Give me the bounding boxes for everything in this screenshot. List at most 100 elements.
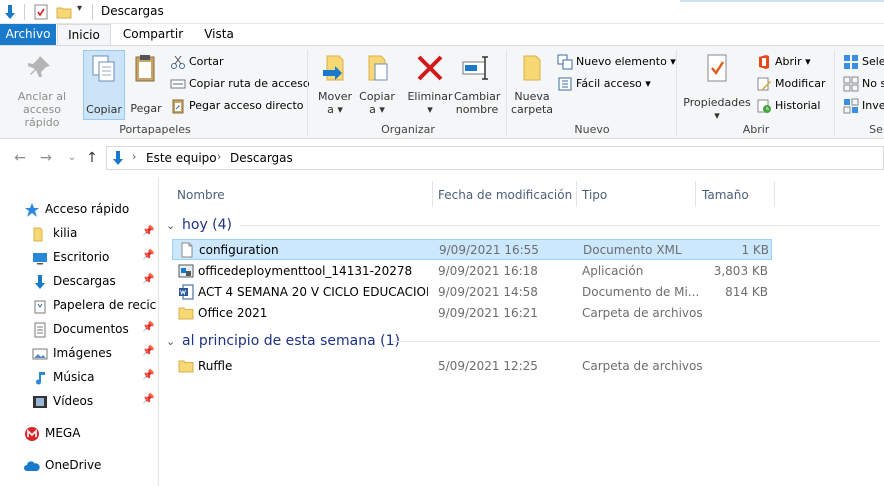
nav-item-kilia[interactable]: kilia 📌 xyxy=(32,222,159,244)
nav-item-recycle-bin[interactable]: Papelera de recic xyxy=(32,294,159,316)
move-to-button[interactable]: Mover a ▾ xyxy=(315,50,355,120)
new-folder-label-1: Nueva xyxy=(514,90,550,103)
file-name: Ruffle xyxy=(198,359,233,373)
paste-label: Pegar xyxy=(130,102,162,115)
rename-icon xyxy=(462,56,488,80)
table-row[interactable]: officedeploymenttool_14131-20278 9/09/20… xyxy=(172,261,772,282)
tab-file[interactable]: Archivo xyxy=(0,24,56,45)
breadcrumb-this-pc[interactable]: Este equipo xyxy=(146,151,217,165)
nav-item-videos[interactable]: Vídeos 📌 xyxy=(32,390,159,412)
up-arrow-icon[interactable]: ↑ xyxy=(84,150,100,166)
open-button[interactable]: Abrir ▾ xyxy=(756,52,811,72)
tab-view[interactable]: Vista xyxy=(196,24,242,45)
column-header-size[interactable]: Tamaño xyxy=(702,185,749,205)
invert-selection-button[interactable]: Inver xyxy=(843,96,884,116)
group-separator xyxy=(834,50,835,136)
copy-to-button[interactable]: Copiar a ▾ xyxy=(357,50,397,120)
copy-path-button[interactable]: Copiar ruta de acceso xyxy=(170,74,310,94)
nav-item-pictures[interactable]: Imágenes 📌 xyxy=(32,342,159,364)
nav-item-label: kilia xyxy=(53,226,78,240)
modify-button[interactable]: Modificar xyxy=(756,74,826,94)
select-all-button[interactable]: Selec xyxy=(843,52,884,72)
new-folder-button[interactable]: Nueva carpeta xyxy=(510,50,554,120)
chevron-down-icon[interactable]: ⌄ xyxy=(166,216,178,236)
breadcrumb-downloads[interactable]: Descargas xyxy=(230,151,293,165)
history-button[interactable]: Historial xyxy=(756,96,820,116)
delete-button[interactable]: Eliminar ▾ xyxy=(406,50,454,120)
rename-label-1: Cambiar xyxy=(454,90,501,103)
group-header-today[interactable]: ⌄ hoy (4) xyxy=(166,215,232,235)
easy-access-label: Fácil acceso ▾ xyxy=(576,77,651,90)
nav-item-music[interactable]: Música 📌 xyxy=(32,366,159,388)
file-size: 814 KB xyxy=(725,285,768,299)
new-item-button[interactable]: Nuevo elemento ▾ xyxy=(557,52,676,72)
pin-icon[interactable]: 📌 xyxy=(142,321,154,335)
chevron-down-icon[interactable]: ⌄ xyxy=(166,332,178,352)
select-none-button[interactable]: No s xyxy=(843,74,884,94)
breadcrumb-separator-icon[interactable]: › xyxy=(132,150,136,163)
nav-item-desktop[interactable]: Escritorio 📌 xyxy=(32,246,159,268)
column-divider[interactable] xyxy=(576,181,577,207)
properties-check-icon[interactable] xyxy=(33,4,49,20)
group-header-this-week[interactable]: ⌄ al principio de esta semana (1) xyxy=(166,331,400,351)
table-row[interactable]: Office 2021 9/09/2021 16:21 Carpeta de a… xyxy=(172,303,772,324)
nav-quick-access[interactable]: Acceso rápido xyxy=(24,198,129,220)
paste-shortcut-label: Pegar acceso directo xyxy=(189,99,304,112)
properties-button[interactable]: Propiedades ▾ xyxy=(682,50,752,122)
table-row[interactable]: Ruffle 5/09/2021 12:25 Carpeta de archiv… xyxy=(172,356,772,377)
pin-icon[interactable]: 📌 xyxy=(142,393,154,407)
nav-mega[interactable]: MEGA xyxy=(24,422,80,444)
new-item-icon xyxy=(557,54,573,70)
down-arrow-icon[interactable] xyxy=(2,4,18,20)
pin-icon[interactable]: 📌 xyxy=(142,225,154,239)
easy-access-button[interactable]: Fácil acceso ▾ xyxy=(557,74,651,94)
select-none-label: No s xyxy=(862,77,884,90)
new-folder-icon[interactable] xyxy=(56,4,72,20)
column-header-type[interactable]: Tipo xyxy=(582,185,607,205)
new-item-label: Nuevo elemento ▾ xyxy=(576,55,676,68)
tab-home[interactable]: Inicio xyxy=(57,24,111,45)
pin-icon[interactable]: 📌 xyxy=(142,249,154,263)
nav-item-documents[interactable]: Documentos 📌 xyxy=(32,318,159,340)
copy-label: Copiar xyxy=(86,103,122,116)
cut-button[interactable]: Cortar xyxy=(170,52,224,72)
pin-quick-access-button[interactable]: Anclar al acceso rápido xyxy=(4,50,80,129)
nav-item-label: Imágenes xyxy=(53,346,112,360)
folder-icon xyxy=(33,227,43,241)
paste-shortcut-button[interactable]: Pegar acceso directo xyxy=(170,96,304,116)
table-row[interactable]: ACT 4 SEMANA 20 V CICLO EDUCACION ... 9/… xyxy=(172,282,772,303)
pin-icon[interactable]: 📌 xyxy=(142,369,154,383)
cut-label: Cortar xyxy=(189,55,224,68)
column-header-date[interactable]: Fecha de modificación xyxy=(438,185,572,205)
open-label: Abrir ▾ xyxy=(775,55,811,68)
breadcrumb-separator-icon[interactable]: › xyxy=(217,150,221,163)
nav-onedrive-label: OneDrive xyxy=(45,458,102,472)
copy-to-icon xyxy=(368,55,388,81)
tab-share[interactable]: Compartir xyxy=(118,24,188,45)
file-name: officedeploymenttool_14131-20278 xyxy=(198,264,413,278)
recent-locations-chevron-icon[interactable]: ⌄ xyxy=(64,150,80,166)
nav-item-downloads[interactable]: Descargas 📌 xyxy=(32,270,159,292)
column-divider[interactable] xyxy=(432,181,433,207)
pin-icon[interactable]: 📌 xyxy=(142,345,154,359)
table-row[interactable]: configuration 9/09/2021 16:55 Documento … xyxy=(172,239,772,260)
paste-button[interactable]: Pegar xyxy=(128,50,164,120)
nav-item-label: Música xyxy=(53,370,95,384)
pin-icon[interactable]: 📌 xyxy=(142,273,154,287)
column-divider[interactable] xyxy=(774,181,775,207)
copy-path-label: Copiar ruta de acceso xyxy=(189,77,310,90)
group-title: al principio de esta semana (1) xyxy=(182,333,400,349)
back-arrow-icon[interactable]: ← xyxy=(12,150,28,166)
delete-label-2: ▾ xyxy=(427,103,433,116)
rename-button[interactable]: Cambiar nombre xyxy=(454,50,500,120)
column-divider[interactable] xyxy=(695,181,696,207)
address-bar[interactable]: › Este equipo › Descargas xyxy=(106,146,884,170)
column-header-name[interactable]: Nombre xyxy=(177,185,225,205)
forward-arrow-icon[interactable]: → xyxy=(38,150,54,166)
copy-button[interactable]: Copiar xyxy=(83,50,125,120)
file-date: 9/09/2021 16:21 xyxy=(438,306,538,320)
title-bar: ▾ Descargas xyxy=(0,0,884,24)
move-to-label-2: a ▾ xyxy=(327,103,343,116)
nav-onedrive[interactable]: OneDrive xyxy=(24,454,101,476)
qat-dropdown-icon[interactable]: ▾ xyxy=(77,3,82,14)
